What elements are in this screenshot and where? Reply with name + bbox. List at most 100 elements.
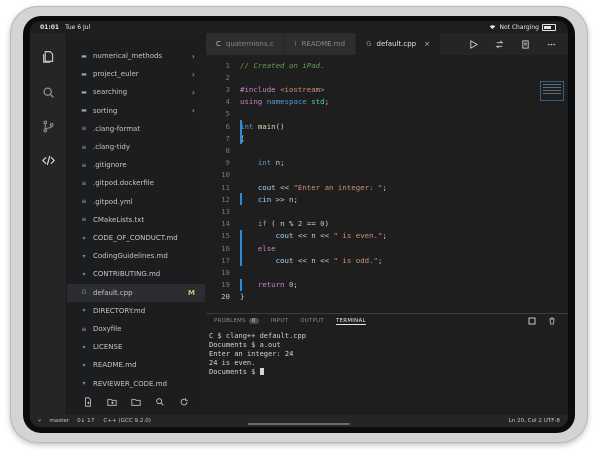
code-line[interactable]: 11 cout << "Enter an integer: "; [206,181,536,193]
new-file-icon[interactable] [82,396,94,408]
file-encoding[interactable]: UTF-8 [544,418,560,424]
tab-label: quaternions.c [225,40,274,48]
status-time: 01:01 [40,23,60,31]
line-number: 17 [221,255,230,265]
file-item[interactable]: ▾ CODE_OF_CONDUCT.md [67,229,205,247]
change-marker [240,193,242,206]
battery-icon [542,23,556,31]
more-icon[interactable] [546,39,556,49]
panel-tab-problems[interactable]: PROBLEMS 0 [214,318,259,324]
file-icon: ≡ [81,325,87,333]
code-line[interactable]: 10 [206,169,536,181]
maximize-panel-icon[interactable] [528,317,536,325]
code-text: if ( n % 2 == 0) [257,219,330,229]
panel-tab-terminal[interactable]: TERMINAL [335,318,366,325]
new-folder-icon[interactable] [106,396,118,408]
file-item[interactable]: ≡ .clang-format [67,120,205,138]
line-number: 2 [225,72,230,82]
folder-icon: ▬ [81,70,87,78]
code-line[interactable]: 19 return 0; [206,279,536,291]
code-line[interactable]: 4 using namespace std; [206,96,536,108]
folder-item[interactable]: ▬ sorting › [67,102,205,120]
folder-item[interactable]: ▬ searching › [67,83,205,101]
ipad-bezel: 01:01 Tue 6 Jul Not Charging ▬ numerical… [23,16,575,433]
panel-tab-label: OUTPUT [300,318,324,324]
code-line[interactable]: 16 else [206,242,536,254]
editor-tab[interactable]: i README.md [284,33,357,55]
close-tab-icon[interactable]: × [424,40,430,48]
editor-tab[interactable]: Gdefault.cpp × [356,33,441,55]
code-editor[interactable]: 1 // Created on iPad. 2 3 #include <iostream… [206,55,568,313]
preview-icon[interactable] [520,39,530,49]
status-right: Not Charging [489,23,556,31]
code-text: } [240,292,245,302]
code-line[interactable]: 6 int main() [206,120,536,132]
tab-label: default.cpp [376,40,417,48]
code-line[interactable]: 2 [206,71,536,83]
file-item[interactable]: ≡ .clang-tidy [67,138,205,156]
panel-tab-output[interactable]: OUTPUT [300,318,324,324]
file-item[interactable]: ▾ README.md [67,356,205,374]
tree-item-label: numerical_methods [93,52,163,60]
run-icon[interactable] [468,39,478,49]
explorer-icon[interactable] [39,47,57,65]
terminal[interactable]: C $ clang++ default.cpp Documents $ a.out… [206,328,568,377]
modified-badge: M [188,288,195,297]
source-control-icon[interactable] [39,117,57,135]
problems-count-badge: 0 [248,318,259,324]
git-branch[interactable]: master [49,418,69,424]
file-item[interactable]: ≡ .gitignore [67,156,205,174]
minimap[interactable] [540,81,564,101]
status-date: Tue 6 Jul [65,23,91,31]
code-line[interactable]: 17 cout << n << " is odd."; [206,254,536,266]
code-text: // Created on iPad. [240,60,325,70]
file-item[interactable]: ≡ Doxyfile [67,320,205,338]
file-item[interactable]: ▾ CONTRIBUTING.md [67,265,205,283]
terminal-line: Documents $ a.out [209,341,281,349]
folder-item[interactable]: ▬ project_euler › [67,65,205,83]
code-line[interactable]: 5 [206,108,536,120]
file-item[interactable]: Gdefault.cpp M [67,283,205,302]
file-item[interactable]: ▾ LICENSE [67,338,205,356]
file-icon: ≡ [81,216,87,224]
code-icon[interactable] [39,151,57,169]
code-line[interactable]: 20} [206,291,536,303]
refresh-icon[interactable] [178,396,190,408]
file-item[interactable]: ▾ DIRECTORY.md [67,302,205,320]
file-item[interactable]: ▾ REVIEWER_CODE.md [67,375,205,393]
open-folder-icon[interactable] [130,396,142,408]
file-item[interactable]: ≡ CMakeLists.txt [67,211,205,229]
tree-item-label: REVIEWER_CODE.md [93,379,167,388]
file-icon: ≡ [81,161,87,169]
code-line[interactable]: 14 if ( n % 2 == 0) [206,218,536,230]
file-item[interactable]: ▾ CodingGuidelines.md [67,247,205,265]
code-line[interactable]: 9 int n; [206,157,536,169]
editor-tab[interactable]: Cquaternions.c [206,33,285,55]
git-sync[interactable]: 0↓ 1↑ [77,418,95,424]
code-line[interactable]: 3 #include <iostream> [206,83,536,95]
code-line[interactable]: 7{ [206,132,536,144]
tree-item-label: .clang-tidy [93,143,130,151]
code-line[interactable]: 15 cout << n << " is even."; [206,230,536,242]
compiler-label[interactable]: C++ (GCC 9.2.0) [103,418,151,424]
folder-item[interactable]: ▬ numerical_methods › [67,47,205,65]
code-line[interactable]: 1 // Created on iPad. [206,59,536,71]
markdown-icon: ▾ [82,252,86,260]
file-item[interactable]: ≡ .gitpod.yml [67,193,205,211]
code-line[interactable]: 13 [206,205,536,217]
code-line[interactable]: 12 cin >> n; [206,193,536,205]
file-type-icon: G [366,40,372,48]
swap-icon[interactable] [494,39,504,49]
file-item[interactable]: ≡ .gitpod.dockerfile [67,174,205,192]
panel-tab-input[interactable]: INPUT [271,318,289,324]
line-number: 1 [225,60,230,70]
markdown-icon: ▾ [82,234,86,242]
code-line[interactable]: 8 [206,144,536,156]
cursor-position[interactable]: Ln 20, Col 2 [509,418,542,424]
editor-tabs: Cquaternions.c i README.md Gdefault.cpp × [206,33,568,55]
search-icon[interactable] [39,83,57,101]
home-indicator[interactable] [248,423,350,425]
trash-icon[interactable] [548,317,556,325]
explorer-search-icon[interactable] [154,396,166,408]
code-line[interactable]: 18 [206,266,536,278]
